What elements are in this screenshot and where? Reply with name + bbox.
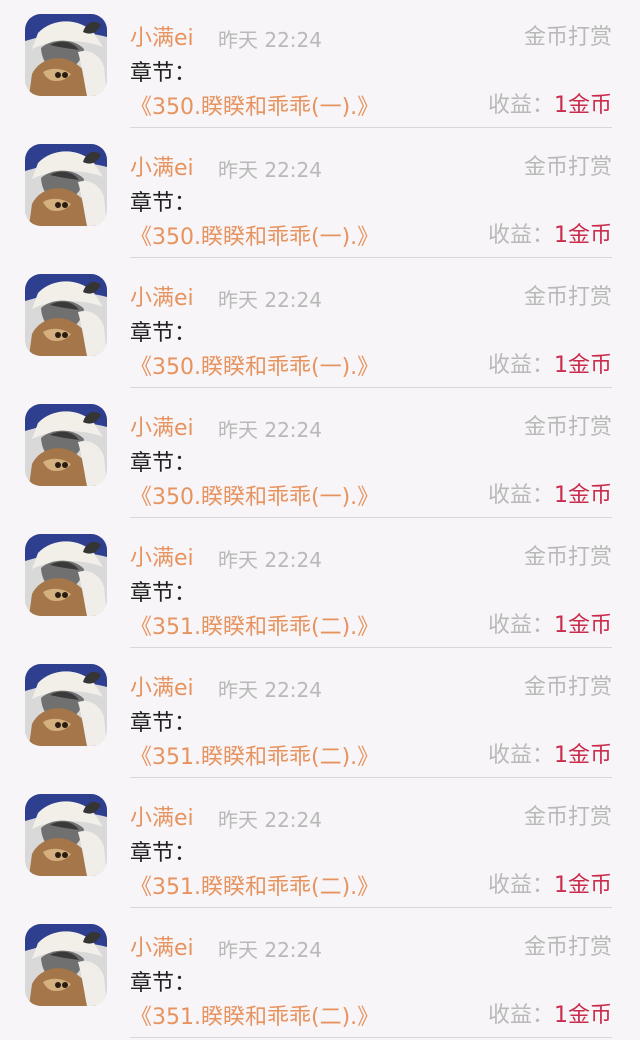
username[interactable]: 小满ei [130, 154, 194, 184]
chapter-title-link[interactable]: 《350.睽睽和乖乖(一).》 [130, 225, 379, 250]
username[interactable]: 小满ei [130, 284, 194, 314]
income-label: 收益： [487, 1003, 554, 1028]
reward-record-item[interactable]: 小满ei 昨天 22:24 金币打赏 章节： 《351.睽睽和乖乖(二).》 收益… [0, 910, 640, 1040]
timestamp: 昨天 22:24 [218, 938, 322, 962]
income-text: 收益：1金币 [488, 91, 612, 121]
timestamp: 昨天 22:24 [218, 158, 322, 182]
income-text: 收益：1金币 [488, 611, 612, 641]
timestamp: 昨天 22:24 [218, 808, 322, 832]
chapter-title-link[interactable]: 《351.睽睽和乖乖(二).》 [130, 615, 379, 640]
reward-type-label: 金币打赏 [523, 155, 612, 180]
user-avatar-icon[interactable] [25, 534, 107, 616]
chapter-title-link[interactable]: 《351.睽睽和乖乖(二).》 [130, 875, 379, 900]
timestamp: 昨天 22:24 [218, 28, 322, 52]
income-label: 收益： [487, 353, 554, 378]
user-avatar-icon[interactable] [25, 794, 107, 876]
chapter-text: 章节： 《351.睽睽和乖乖(二).》 [130, 967, 430, 1035]
username[interactable]: 小满ei [130, 24, 194, 54]
chapter-text: 章节： 《350.睽睽和乖乖(一).》 [130, 447, 430, 515]
username[interactable]: 小满ei [130, 804, 194, 834]
timestamp: 昨天 22:24 [218, 678, 322, 702]
reward-type-label: 金币打赏 [523, 675, 612, 700]
item-divider [130, 907, 612, 908]
chapter-text: 章节： 《351.睽睽和乖乖(二).》 [130, 577, 430, 645]
chapter-title-link[interactable]: 《351.睽睽和乖乖(二).》 [130, 1005, 379, 1030]
user-avatar-icon[interactable] [25, 144, 107, 226]
item-divider [130, 257, 612, 258]
chapter-label: 章节： [130, 321, 197, 346]
reward-type-label: 金币打赏 [523, 935, 612, 960]
income-label: 收益： [487, 743, 554, 768]
username[interactable]: 小满ei [130, 544, 194, 574]
item-divider [130, 387, 612, 388]
income-text: 收益：1金币 [488, 351, 612, 381]
income-value: 1金币 [554, 353, 612, 378]
income-label: 收益： [487, 93, 554, 118]
chapter-text: 章节： 《351.睽睽和乖乖(二).》 [130, 837, 430, 905]
user-avatar-icon[interactable] [25, 274, 107, 356]
income-value: 1金币 [554, 613, 612, 638]
user-avatar-icon[interactable] [25, 664, 107, 746]
timestamp: 昨天 22:24 [218, 288, 322, 312]
reward-record-list: 小满ei 昨天 22:24 金币打赏 章节： 《350.睽睽和乖乖(一).》 收益… [0, 0, 640, 1038]
income-value: 1金币 [554, 483, 612, 508]
income-value: 1金币 [554, 743, 612, 768]
username[interactable]: 小满ei [130, 414, 194, 444]
item-divider [130, 647, 612, 648]
chapter-label: 章节： [130, 581, 197, 606]
income-text: 收益：1金币 [488, 221, 612, 251]
income-text: 收益：1金币 [488, 1001, 612, 1031]
reward-record-item[interactable]: 小满ei 昨天 22:24 金币打赏 章节： 《350.睽睽和乖乖(一).》 收益… [0, 130, 640, 260]
chapter-title-link[interactable]: 《351.睽睽和乖乖(二).》 [130, 745, 379, 770]
income-label: 收益： [487, 873, 554, 898]
reward-type-label: 金币打赏 [523, 285, 612, 310]
income-label: 收益： [487, 223, 554, 248]
chapter-label: 章节： [130, 971, 197, 996]
item-divider [130, 517, 612, 518]
chapter-title-link[interactable]: 《350.睽睽和乖乖(一).》 [130, 355, 379, 380]
user-avatar-icon[interactable] [25, 14, 107, 96]
chapter-label: 章节： [130, 841, 197, 866]
income-text: 收益：1金币 [488, 741, 612, 771]
income-value: 1金币 [554, 873, 612, 898]
income-value: 1金币 [554, 1003, 612, 1028]
chapter-text: 章节： 《351.睽睽和乖乖(二).》 [130, 707, 430, 775]
income-text: 收益：1金币 [488, 871, 612, 901]
chapter-text: 章节： 《350.睽睽和乖乖(一).》 [130, 57, 430, 125]
income-value: 1金币 [554, 223, 612, 248]
item-divider [130, 127, 612, 128]
reward-type-label: 金币打赏 [523, 805, 612, 830]
chapter-label: 章节： [130, 451, 197, 476]
item-divider [130, 777, 612, 778]
reward-record-item[interactable]: 小满ei 昨天 22:24 金币打赏 章节： 《351.睽睽和乖乖(二).》 收益… [0, 780, 640, 910]
reward-type-label: 金币打赏 [523, 25, 612, 50]
username[interactable]: 小满ei [130, 674, 194, 704]
reward-type-label: 金币打赏 [523, 415, 612, 440]
chapter-label: 章节： [130, 711, 197, 736]
timestamp: 昨天 22:24 [218, 418, 322, 442]
chapter-title-link[interactable]: 《350.睽睽和乖乖(一).》 [130, 95, 379, 120]
income-value: 1金币 [554, 93, 612, 118]
income-label: 收益： [487, 613, 554, 638]
reward-record-item[interactable]: 小满ei 昨天 22:24 金币打赏 章节： 《350.睽睽和乖乖(一).》 收益… [0, 390, 640, 520]
user-avatar-icon[interactable] [25, 404, 107, 486]
user-avatar-icon[interactable] [25, 924, 107, 1006]
chapter-text: 章节： 《350.睽睽和乖乖(一).》 [130, 317, 430, 385]
reward-record-item[interactable]: 小满ei 昨天 22:24 金币打赏 章节： 《350.睽睽和乖乖(一).》 收益… [0, 260, 640, 390]
reward-record-item[interactable]: 小满ei 昨天 22:24 金币打赏 章节： 《351.睽睽和乖乖(二).》 收益… [0, 520, 640, 650]
income-text: 收益：1金币 [488, 481, 612, 511]
chapter-label: 章节： [130, 61, 197, 86]
item-divider [130, 1037, 612, 1038]
income-label: 收益： [487, 483, 554, 508]
reward-type-label: 金币打赏 [523, 545, 612, 570]
timestamp: 昨天 22:24 [218, 548, 322, 572]
chapter-text: 章节： 《350.睽睽和乖乖(一).》 [130, 187, 430, 255]
username[interactable]: 小满ei [130, 934, 194, 964]
reward-record-item[interactable]: 小满ei 昨天 22:24 金币打赏 章节： 《351.睽睽和乖乖(二).》 收益… [0, 650, 640, 780]
reward-record-item[interactable]: 小满ei 昨天 22:24 金币打赏 章节： 《350.睽睽和乖乖(一).》 收益… [0, 0, 640, 130]
chapter-label: 章节： [130, 191, 197, 216]
chapter-title-link[interactable]: 《350.睽睽和乖乖(一).》 [130, 485, 379, 510]
